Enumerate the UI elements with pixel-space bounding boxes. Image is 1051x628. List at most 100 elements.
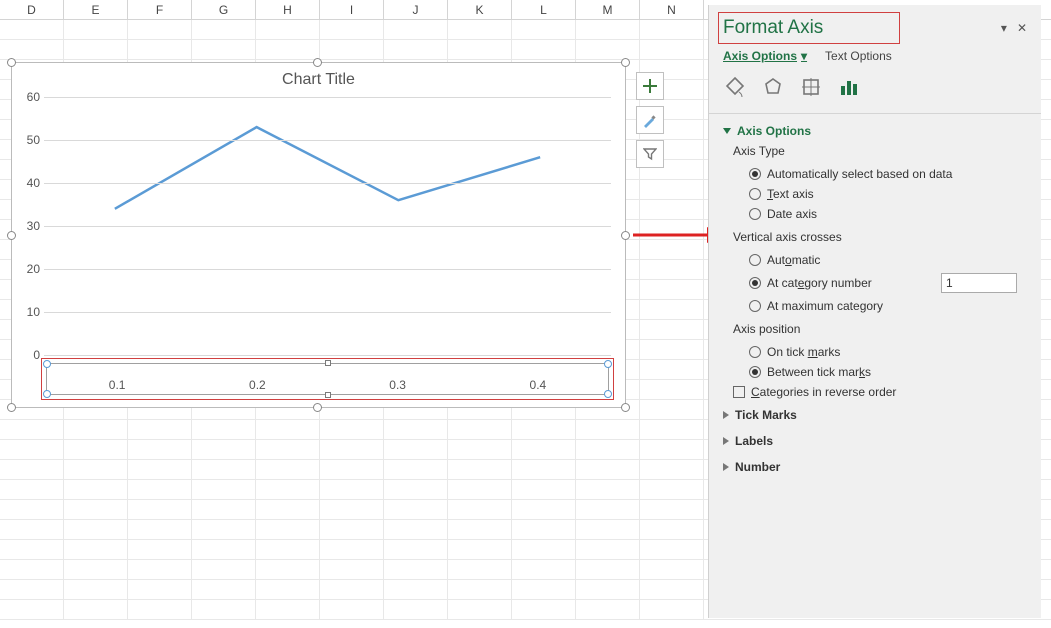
radio-icon [749,366,761,378]
plot-area[interactable]: 0102030405060 [44,97,611,355]
radio-icon [749,254,761,266]
radio-label: Date axis [767,207,817,221]
axis-options-icon[interactable] [837,75,861,99]
y-tick-label: 40 [16,176,40,190]
horizontal-axis-selection[interactable]: 0.1 0.2 0.3 0.4 [41,358,614,400]
radio-label: At category number [767,276,872,290]
axis-handle[interactable] [325,360,331,366]
col-header[interactable]: D [0,0,64,19]
tab-axis-options[interactable]: Axis Options ▾ [723,49,807,63]
axis-handle[interactable] [43,360,51,368]
radio-on-tick-marks[interactable]: On tick marks [723,342,1027,362]
col-header[interactable]: H [256,0,320,19]
selection-handle[interactable] [313,403,322,412]
y-tick-label: 0 [16,348,40,362]
col-header[interactable]: L [512,0,576,19]
selection-handle[interactable] [7,231,16,240]
checkbox-reverse-order[interactable]: Categories in reverse order [723,382,1027,402]
radio-date-axis[interactable]: Date axis [723,204,1027,224]
radio-auto-select[interactable]: Automatically select based on data [723,164,1027,184]
section-labels[interactable]: Labels [723,428,1027,454]
radio-icon [749,277,761,289]
y-tick-label: 30 [16,219,40,233]
radio-crosses-at-max[interactable]: At maximum category [723,296,1027,316]
y-tick-label: 20 [16,262,40,276]
chart-elements-button[interactable] [636,72,664,100]
radio-crosses-at-category[interactable]: At category number [749,276,872,290]
col-header[interactable]: G [192,0,256,19]
axis-handle[interactable] [43,390,51,398]
expand-icon [723,437,729,445]
x-tick-label: 0.2 [187,378,327,392]
radio-label: At maximum category [767,299,883,313]
selection-handle[interactable] [621,58,630,67]
col-header[interactable]: N [640,0,704,19]
expand-icon [723,463,729,471]
y-tick-label: 50 [16,133,40,147]
chart-object[interactable]: Chart Title 0102030405060 0.1 0.2 0.3 0.… [11,62,626,408]
axis-handle[interactable] [325,392,331,398]
radio-text-axis[interactable]: Text axis [723,184,1027,204]
col-header[interactable]: E [64,0,128,19]
radio-between-tick-marks[interactable]: Between tick marks [723,362,1027,382]
chart-contextual-buttons [636,72,664,168]
y-tick-label: 10 [16,305,40,319]
radio-label: Automatically select based on data [767,167,952,181]
group-vertical-crosses: Vertical axis crosses [723,224,1027,250]
panel-title: Format Axis [723,17,1001,39]
x-tick-label: 0.1 [47,378,187,392]
col-header[interactable]: K [448,0,512,19]
section-label: Number [735,460,780,474]
chart-filters-button[interactable] [636,140,664,168]
x-tick-label: 0.4 [468,378,608,392]
at-category-input[interactable] [941,273,1017,293]
selection-handle[interactable] [313,58,322,67]
radio-icon [749,188,761,200]
group-axis-type: Axis Type [723,138,1027,164]
radio-label: On tick marks [767,345,840,359]
section-tick-marks[interactable]: Tick Marks [723,402,1027,428]
col-header[interactable]: I [320,0,384,19]
effects-icon[interactable] [761,75,785,99]
col-header[interactable]: F [128,0,192,19]
checkbox-label: Categories in reverse order [751,385,896,399]
selection-handle[interactable] [7,403,16,412]
dropdown-icon: ▾ [801,49,807,63]
tab-text-options[interactable]: Text Options [825,49,892,63]
size-properties-icon[interactable] [799,75,823,99]
selection-handle[interactable] [7,58,16,67]
close-icon[interactable]: ✕ [1017,21,1027,35]
section-label: Labels [735,434,773,448]
format-axis-pane: Format Axis ▾ ✕ Axis Options ▾ Text Opti… [708,5,1041,618]
radio-icon [749,300,761,312]
col-header[interactable]: J [384,0,448,19]
col-header[interactable]: M [576,0,640,19]
fill-line-icon[interactable] [723,75,747,99]
tab-label: Axis Options [723,49,797,63]
section-label: Tick Marks [735,408,797,422]
radio-crosses-auto[interactable]: Automatic [723,250,1027,270]
collapse-icon [723,128,731,134]
axis-handle[interactable] [604,390,612,398]
x-axis-labels: 0.1 0.2 0.3 0.4 [47,378,608,392]
radio-icon [749,346,761,358]
radio-icon [749,168,761,180]
horizontal-axis[interactable]: 0.1 0.2 0.3 0.4 [46,363,609,395]
chart-title[interactable]: Chart Title [12,63,625,97]
selection-handle[interactable] [621,403,630,412]
chart-styles-button[interactable] [636,106,664,134]
checkbox-icon [733,386,745,398]
selection-handle[interactable] [621,231,630,240]
section-number[interactable]: Number [723,454,1027,480]
axis-handle[interactable] [604,360,612,368]
expand-icon [723,411,729,419]
group-axis-position: Axis position [723,316,1027,342]
radio-label: Automatic [767,253,820,267]
section-axis-options[interactable]: Axis Options [723,124,1027,138]
section-label: Axis Options [737,124,811,138]
y-tick-label: 60 [16,90,40,104]
radio-label: Between tick marks [767,365,871,379]
task-pane-options-icon[interactable]: ▾ [1001,21,1007,35]
x-tick-label: 0.3 [328,378,468,392]
radio-label: Text axis [767,187,814,201]
